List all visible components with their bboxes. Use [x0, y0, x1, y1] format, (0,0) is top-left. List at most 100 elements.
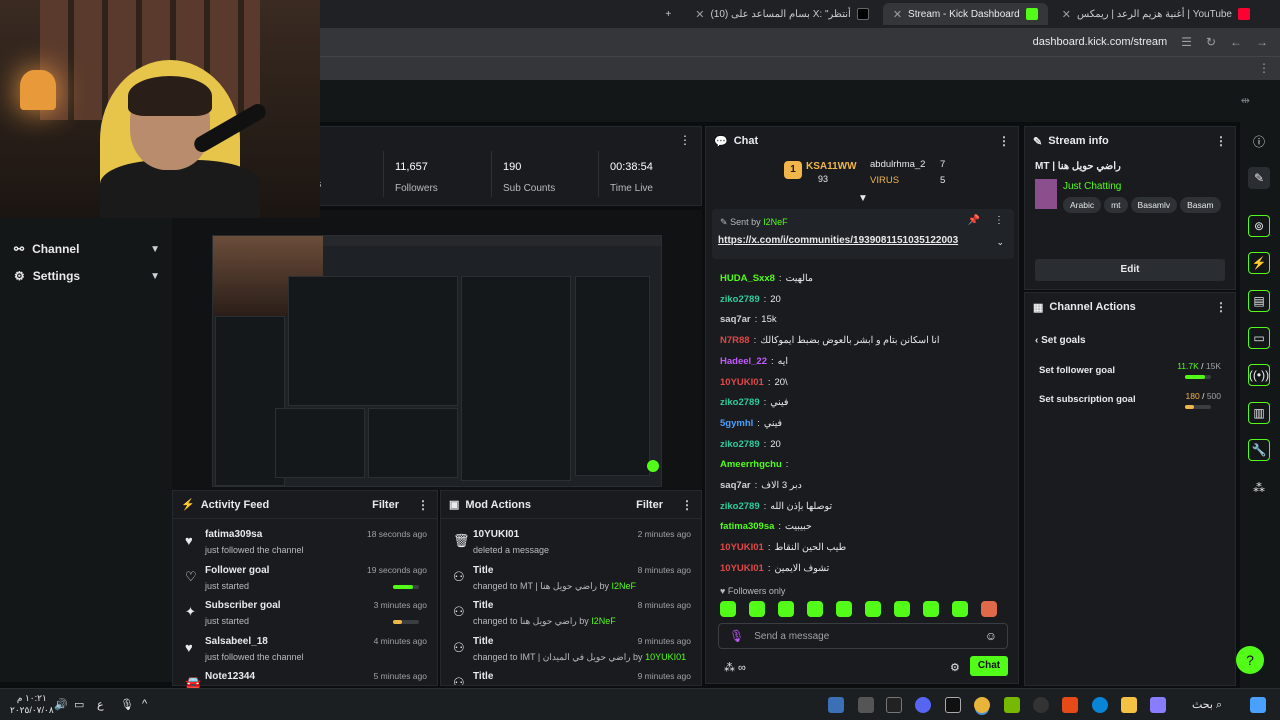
help-icon[interactable]: ? — [1236, 646, 1264, 674]
copilot-icon[interactable] — [1150, 697, 1166, 713]
bolt-icon: ⚡ — [181, 499, 195, 511]
tag: Basamlv — [1130, 197, 1178, 213]
chat-username[interactable]: 10YUKI01 — [720, 377, 764, 388]
chat-input[interactable]: 🎙 Send a message ☺ — [718, 623, 1008, 649]
chat-username[interactable]: Ameerrhgchu — [720, 459, 782, 470]
layout-icon[interactable]: ▥ — [1248, 402, 1270, 424]
nvidia-icon[interactable] — [1004, 697, 1020, 713]
sidebar-item-settings[interactable]: ⚙ Settings ▼ — [14, 269, 160, 283]
collapse-lines-icon[interactable]: ▼ — [858, 193, 868, 204]
forward-icon[interactable]: → — [1256, 35, 1268, 49]
stream-preview[interactable] — [212, 235, 662, 487]
broadcast-icon[interactable]: ((•)) — [1248, 364, 1270, 386]
chat-username[interactable]: Hadeel_22 — [720, 356, 767, 367]
sidebar-item-channel[interactable]: ⚯ Channel ▼ — [14, 242, 160, 256]
chat-username[interactable]: ziko2789 — [720, 294, 760, 305]
monitor-icon[interactable]: ▭ — [74, 698, 84, 711]
app-icon[interactable] — [858, 697, 874, 713]
menu-dots-icon[interactable]: ⋮ — [417, 498, 429, 512]
sub-goal-button[interactable]: Set subscription goal — [1039, 394, 1136, 405]
chat-username[interactable]: 5gymhl — [720, 418, 753, 429]
chat-username[interactable]: 10YUKI01 — [720, 542, 764, 553]
settings-app-icon[interactable] — [1033, 697, 1049, 713]
clock[interactable]: ١٠:٢١ م ٢٠٢٥/٠٧/٠٨ — [10, 692, 54, 716]
filter-button[interactable]: Filter — [636, 499, 663, 511]
target-icon[interactable]: ⊚ — [1248, 215, 1270, 237]
folder-icon[interactable] — [1121, 697, 1137, 713]
reload-icon[interactable]: ↻ — [1206, 35, 1216, 49]
tab-kick[interactable]: ✕ Stream - Kick Dashboard — [882, 3, 1048, 25]
pencil-icon[interactable]: ✎ — [1248, 167, 1270, 189]
chrome-icon[interactable] — [974, 697, 990, 713]
chat-message: ziko2789:20 — [720, 438, 781, 450]
language-indicator[interactable]: ع — [97, 698, 104, 711]
menu-dots-icon[interactable]: ⋮ — [679, 133, 691, 147]
set-goals-back[interactable]: ‹ Set goals — [1035, 335, 1086, 346]
chat-username[interactable]: 10YUKI01 — [720, 563, 764, 574]
follower-goal-button[interactable]: Set follower goal — [1039, 365, 1115, 376]
obs-icon[interactable] — [945, 697, 961, 713]
wrench-icon[interactable]: 🔧 — [1248, 439, 1270, 461]
menu-dots-icon[interactable]: ⋮ — [998, 134, 1010, 148]
plus-icon[interactable]: + — [665, 9, 671, 20]
tab-x[interactable]: ✕ (10) بسام المساعد على X: "أنتظر — [685, 3, 879, 25]
chat-username[interactable]: saq7ar — [720, 480, 751, 491]
chat-username[interactable]: ziko2789 — [720, 397, 760, 408]
chat-username[interactable]: fatima309sa — [720, 521, 774, 532]
edit-button[interactable]: Edit — [1035, 259, 1225, 281]
pinned-message[interactable]: ✎ Sent by I2NeF https://x.com/i/communit… — [712, 209, 1014, 259]
pinned-link[interactable]: https://x.com/i/communities/193908115103… — [718, 235, 958, 246]
chat-username[interactable]: ziko2789 — [720, 439, 760, 450]
filter-button[interactable]: Filter — [372, 499, 399, 511]
chat-text: 20 — [770, 293, 781, 305]
close-icon[interactable]: ✕ — [695, 8, 704, 21]
windows-start-icon[interactable] — [1250, 697, 1266, 713]
chat-username[interactable]: ziko2789 — [720, 501, 760, 512]
follower-goal-progress — [393, 585, 419, 589]
chat-message: HUDA_Sxx8: مالهيت — [720, 273, 814, 284]
speaker-icon[interactable]: 🔊 — [54, 698, 68, 711]
infinity-icon[interactable]: ⁂ ∞ — [724, 661, 746, 674]
emoji-icon[interactable]: ☺ — [985, 629, 997, 643]
tune-icon[interactable]: ☰ — [1181, 35, 1192, 49]
tab-new[interactable]: + — [655, 3, 681, 25]
info-icon[interactable]: ⓘ — [1248, 130, 1270, 152]
discord-icon[interactable] — [915, 697, 931, 713]
chat-send-button[interactable]: Chat — [970, 656, 1008, 676]
chat-text: طيب الحين النقاط — [774, 542, 847, 554]
category-name[interactable]: Just Chatting — [1063, 181, 1121, 192]
bolt-icon[interactable]: ⚡ — [1248, 252, 1270, 274]
chat-username[interactable]: N7R88 — [720, 335, 750, 346]
user-edit-icon: ⚇ — [453, 640, 465, 655]
menu-dots-icon[interactable]: ⋮ — [1258, 61, 1270, 75]
close-icon[interactable]: ✕ — [1062, 8, 1071, 21]
back-icon[interactable]: ← — [1230, 35, 1242, 49]
search-box[interactable]: بحث ⌕ — [1192, 698, 1222, 712]
tab-youtube[interactable]: ✕ أغنية هزيم الرعد | ريمكس | YouTube — [1052, 3, 1260, 25]
menu-dots-icon[interactable]: ⋮ — [1215, 300, 1227, 314]
heart-icon: ♥ — [185, 640, 193, 655]
mod-row: ⚇ Title changed to MT | راضي حويل هنا by… — [453, 565, 691, 591]
chat-username[interactable]: saq7ar — [720, 314, 751, 325]
mic-icon[interactable]: 🎙 — [120, 698, 134, 711]
pin-icon[interactable]: 📌 — [968, 215, 980, 226]
next-app-icon[interactable] — [886, 697, 902, 713]
heart-outline-icon: ♡ — [185, 569, 197, 584]
menu-dots-icon[interactable]: ⋮ — [994, 215, 1004, 226]
close-icon[interactable]: ✕ — [893, 8, 902, 21]
edge-icon[interactable] — [1092, 697, 1108, 713]
chat-bubble-icon[interactable]: ▭ — [1248, 327, 1270, 349]
store-icon[interactable] — [1062, 697, 1078, 713]
menu-dots-icon[interactable]: ⋮ — [1215, 134, 1227, 148]
chevron-down-icon[interactable]: ⌄ — [996, 237, 1004, 248]
collapse-icon[interactable]: ⇹ — [1241, 94, 1250, 107]
apps-icon[interactable]: ⁂ — [1248, 477, 1270, 499]
url-text[interactable]: dashboard.kick.com/stream — [1033, 36, 1168, 48]
mic-icon[interactable]: 🎙 — [729, 629, 744, 643]
steam-icon[interactable] — [828, 697, 844, 713]
clipboard-icon[interactable]: ▤ — [1248, 290, 1270, 312]
chat-username[interactable]: HUDA_Sxx8 — [720, 273, 775, 284]
menu-dots-icon[interactable]: ⋮ — [681, 498, 693, 512]
gear-icon[interactable]: ⚙ — [950, 661, 960, 674]
chevron-up-icon[interactable]: ^ — [142, 698, 147, 710]
